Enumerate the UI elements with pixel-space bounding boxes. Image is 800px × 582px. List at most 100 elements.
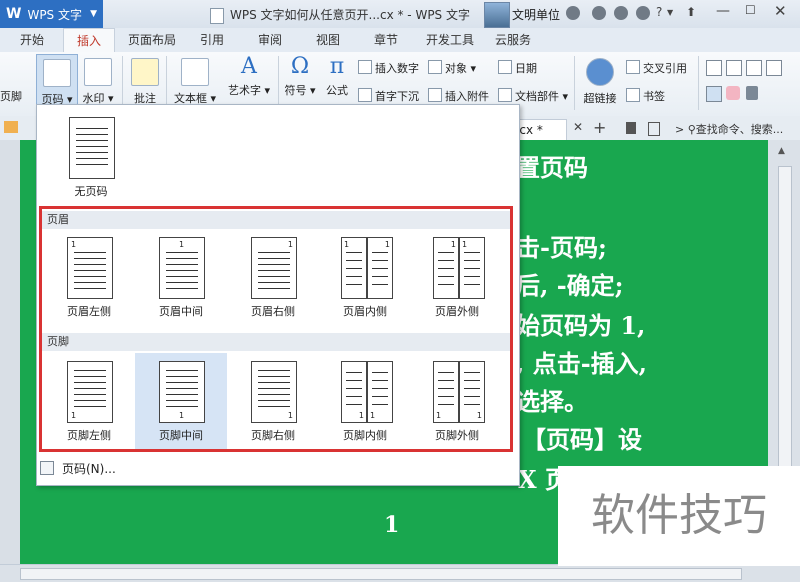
header-center-option[interactable]: 1 页眉中间: [135, 229, 227, 325]
add-tab-icon[interactable]: +: [593, 118, 606, 137]
header-outside-option[interactable]: 1 1 页眉外侧: [411, 229, 503, 325]
feedback-icon[interactable]: [636, 6, 650, 20]
header-right-option[interactable]: 1 页眉右侧: [227, 229, 319, 325]
eraser-icon[interactable]: [726, 86, 740, 100]
tab-references[interactable]: 引用: [192, 28, 232, 52]
wps-logo: W: [6, 6, 22, 22]
wordart-button[interactable]: A 艺术字 ▾: [222, 54, 276, 104]
window-title: WPS 文字如何从任意页开...cx * - WPS 文字: [210, 6, 470, 24]
header-inside-option[interactable]: 1 1 页眉内侧: [319, 229, 411, 325]
page-number-dropdown: 无页码 页眉 1 页眉左侧 1 页眉中间 1 页眉右侧 1 1 页眉内侧 1 1…: [36, 104, 520, 486]
tab-developer[interactable]: 开发工具: [420, 28, 480, 52]
attachment-button[interactable]: 插入附件: [428, 88, 489, 104]
form-control-icon[interactable]: [766, 60, 782, 76]
insert-number-icon: [358, 60, 372, 74]
menu-tabs: 开始 插入 页面布局 引用 审阅 视图 章节 开发工具 云服务: [0, 28, 800, 53]
watermark-overlay: 软件技巧: [558, 466, 800, 566]
form-text-icon[interactable]: [706, 60, 722, 76]
formula-button[interactable]: π 公式: [320, 54, 354, 104]
footer-center-option[interactable]: 1 页脚中间: [135, 353, 227, 449]
footer-button[interactable]: 页脚: [0, 88, 22, 104]
footer-right-option[interactable]: 1 页脚右侧: [227, 353, 319, 449]
footer-outside-option[interactable]: 1 1 页脚外侧: [411, 353, 503, 449]
page-number-icon: [43, 59, 71, 87]
globe-icon: [586, 58, 614, 86]
horizontal-scroll-thumb[interactable]: [20, 568, 742, 580]
folder-icon[interactable]: [4, 121, 18, 133]
minimize-icon[interactable]: —: [716, 3, 730, 19]
doc-line: , 点击-插入,: [516, 349, 648, 378]
page-number-settings-item[interactable]: 页码(N)...: [40, 460, 116, 477]
doc-parts-button[interactable]: 文档部件 ▾: [498, 88, 568, 104]
bookmark-button[interactable]: 书签: [626, 88, 665, 104]
wps-menu-button[interactable]: W WPS 文字 ▼: [0, 0, 103, 28]
header-section-label: 页眉: [41, 211, 513, 229]
tab-insert[interactable]: 插入: [63, 28, 115, 53]
comment-icon: [131, 58, 159, 86]
close-icon[interactable]: ✕: [774, 2, 787, 20]
avatar[interactable]: [484, 2, 510, 28]
left-margin: [0, 140, 20, 564]
horizontal-scrollbar[interactable]: [0, 564, 800, 582]
ribbon-divider: [122, 56, 123, 110]
doc-line: 始页码为 1,: [516, 311, 646, 340]
chevron-right-icon: >: [675, 123, 685, 136]
scroll-up-icon[interactable]: ▲: [778, 146, 785, 156]
pi-icon: π: [329, 54, 345, 79]
checkbox-icon[interactable]: [726, 60, 742, 76]
page-number-button[interactable]: 页码 ▾: [36, 54, 78, 106]
tab-cloud[interactable]: 云服务: [488, 28, 538, 52]
tab-page-layout[interactable]: 页面布局: [122, 28, 182, 52]
window-icon[interactable]: [648, 122, 660, 136]
comment-button[interactable]: 批注: [128, 54, 162, 105]
hyperlink-button[interactable]: 超链接: [580, 54, 620, 105]
watermark-button[interactable]: 水印 ▾: [80, 54, 116, 105]
object-icon: [428, 60, 442, 74]
insert-number-button[interactable]: 插入数字: [358, 60, 419, 76]
tab-view[interactable]: 视图: [308, 28, 348, 52]
help-icon[interactable]: ?: [656, 5, 662, 19]
date-button[interactable]: 日期: [498, 60, 537, 76]
footer-section-label: 页脚: [41, 333, 513, 351]
play-icon[interactable]: [626, 122, 636, 134]
drop-cap-button[interactable]: 首字下沉: [358, 88, 419, 104]
textbox-icon: [181, 58, 209, 86]
page-number-settings-icon: [40, 461, 54, 475]
no-page-number-option[interactable]: 无页码: [45, 109, 137, 205]
maximize-icon[interactable]: ☐: [745, 3, 756, 17]
chevron-down-icon: ▼: [90, 9, 97, 19]
attachment-icon: [428, 88, 442, 102]
doc-line: 置页码: [516, 153, 588, 182]
command-search[interactable]: > ⚲查找命令、搜索...: [675, 121, 783, 137]
object-button[interactable]: 对象 ▾: [428, 60, 476, 76]
ribbon-divider: [698, 56, 699, 110]
document-icon: [210, 7, 224, 24]
skin-icon[interactable]: [592, 6, 606, 20]
footer-left-option[interactable]: 1 页脚左侧: [43, 353, 135, 449]
doc-line: 选择。: [516, 387, 588, 416]
form-field-icon[interactable]: [706, 86, 722, 102]
restore-up-icon[interactable]: ⬆: [686, 5, 696, 19]
ribbon-divider: [574, 56, 575, 110]
doc-line: 击-页码;: [516, 233, 607, 262]
tab-chapter[interactable]: 章节: [366, 28, 406, 52]
form-list-icon[interactable]: [746, 60, 762, 76]
doc-line: 【页码】设: [522, 425, 642, 454]
bottom-page-number: 1: [384, 512, 400, 538]
help-dropdown-icon[interactable]: ▼: [667, 8, 673, 17]
tab-home[interactable]: 开始: [10, 28, 54, 52]
tab-review[interactable]: 审阅: [250, 28, 290, 52]
close-tab-icon[interactable]: ✕: [573, 120, 583, 134]
symbol-button[interactable]: Ω 符号 ▾: [282, 54, 318, 104]
lock-icon[interactable]: [746, 86, 758, 100]
header-left-option[interactable]: 1 页眉左侧: [43, 229, 135, 325]
user-name[interactable]: 文明单位: [512, 6, 560, 23]
cross-reference-button[interactable]: 交叉引用: [626, 60, 687, 76]
doc-parts-icon: [498, 88, 512, 102]
bookmark-icon: [626, 88, 640, 102]
face-icon[interactable]: [566, 6, 580, 20]
footer-inside-option[interactable]: 1 1 页脚内侧: [319, 353, 411, 449]
ribbon-divider: [166, 56, 167, 110]
settings-icon[interactable]: [614, 6, 628, 20]
textbox-button[interactable]: 文本框 ▾: [170, 54, 220, 105]
